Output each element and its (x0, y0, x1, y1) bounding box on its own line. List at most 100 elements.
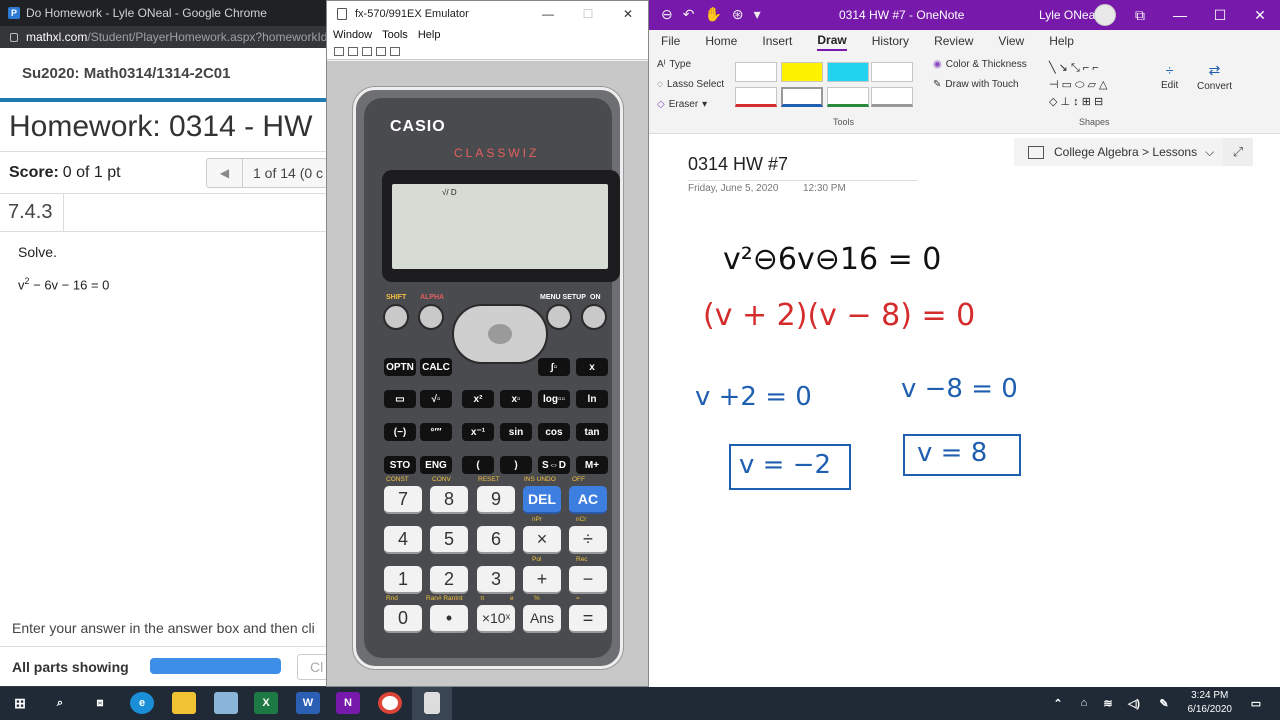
number-key[interactable]: Ans (523, 605, 561, 633)
number-key[interactable]: 2 (430, 566, 468, 594)
number-key[interactable]: ÷ (569, 526, 607, 554)
draw-with-touch-button[interactable]: ✎ Draw with Touch (933, 79, 1019, 90)
menu-window[interactable]: Window (333, 29, 372, 41)
number-key[interactable]: + (523, 566, 561, 594)
convert-button[interactable]: ⇄ Convert (1197, 62, 1232, 92)
replay-dpad[interactable] (452, 304, 548, 364)
menu-tools[interactable]: Tools (382, 29, 408, 41)
number-key[interactable]: 4 (384, 526, 422, 554)
number-key[interactable]: • (430, 605, 468, 633)
number-key[interactable]: AC (569, 486, 607, 514)
tab-home[interactable]: Home (705, 34, 737, 50)
function-key[interactable]: ENG (420, 456, 452, 474)
function-key[interactable]: x² (462, 390, 494, 408)
pen-blue-selected[interactable] (781, 87, 823, 107)
function-key[interactable]: ( (462, 456, 494, 474)
function-key[interactable]: ln (576, 390, 608, 408)
function-key[interactable]: ∫▫ (538, 358, 570, 376)
expand-icon[interactable]: ⤢ (1223, 138, 1253, 166)
number-key[interactable]: × (523, 526, 561, 554)
avatar[interactable] (1094, 4, 1116, 26)
snip-icon[interactable] (214, 692, 238, 714)
lasso-select-tool[interactable]: ◌ Lasso Select (657, 79, 724, 90)
function-key[interactable]: ) (500, 456, 532, 474)
number-key[interactable]: 0 (384, 605, 422, 633)
menu-key[interactable] (546, 304, 572, 330)
pen-gray[interactable] (871, 87, 913, 107)
number-key[interactable]: 5 (430, 526, 468, 554)
ribbon-display-icon[interactable]: ⧉ (1120, 0, 1160, 30)
back-icon[interactable]: ⊖ (661, 6, 673, 23)
shift-key[interactable] (383, 304, 409, 330)
minimize-button[interactable]: — (528, 1, 568, 26)
function-key[interactable]: sin (500, 423, 532, 441)
pen-red[interactable] (735, 87, 777, 107)
undo-icon[interactable]: ↶ (683, 6, 695, 23)
pen-green[interactable] (827, 87, 869, 107)
edit-button[interactable]: ÷ Edit (1161, 62, 1178, 91)
touch-mode-icon[interactable]: ✋ (704, 6, 721, 23)
rectangle-shape-icon[interactable]: ⊣ ▭ ⬭ ▱ △ (1049, 78, 1108, 92)
ink-icon[interactable]: ⊛ (732, 6, 744, 23)
color-thickness-button[interactable]: ◉ Color & Thickness (933, 59, 1027, 70)
diamond-shape-icon[interactable]: ◇ ⊥ ↕ ⊞ ⊟ (1049, 95, 1103, 108)
tab-draw[interactable]: Draw (817, 33, 847, 51)
paste-icon[interactable] (362, 47, 372, 56)
section-breadcrumb[interactable]: College Algebra > Lessons ⌵ (1014, 138, 1252, 166)
pen-black-thin[interactable] (735, 62, 777, 82)
customize-icon[interactable]: ▾ (754, 6, 761, 23)
wifi-icon[interactable]: ≋ (1096, 692, 1120, 714)
pen-icon[interactable]: ✎ (1152, 692, 1176, 714)
word-icon[interactable]: W (296, 692, 320, 714)
question-count[interactable]: 1 of 14 (0 c (243, 159, 330, 187)
menu-help[interactable]: Help (418, 29, 441, 41)
function-key[interactable]: ▭ (384, 390, 416, 408)
function-key[interactable]: x⁻¹ (462, 423, 494, 441)
number-key[interactable]: ×10ˣ (477, 605, 515, 633)
number-key[interactable]: = (569, 605, 607, 633)
notifications-icon[interactable]: ▭ (1244, 692, 1268, 714)
function-key[interactable]: cos (538, 423, 570, 441)
onenote-icon[interactable]: N (336, 692, 360, 714)
line-shape-icon[interactable]: ╲ ↘ ⤡ ⌐ ⌐ (1049, 61, 1099, 75)
function-key[interactable]: √▫ (420, 390, 452, 408)
system-clock[interactable]: 3:24 PM 6/16/2020 (1188, 689, 1233, 717)
keylog-icon[interactable] (390, 47, 400, 56)
function-key[interactable]: S⇔D (538, 456, 570, 474)
zoom-icon[interactable] (376, 47, 386, 56)
capture-icon[interactable] (334, 47, 344, 56)
close-button[interactable]: ✕ (1240, 0, 1280, 30)
alpha-key[interactable] (418, 304, 444, 330)
number-key[interactable]: 3 (477, 566, 515, 594)
number-key[interactable]: − (569, 566, 607, 594)
edge-icon[interactable]: e (130, 692, 154, 714)
function-key[interactable]: log▫▫ (538, 390, 570, 408)
close-button[interactable]: ✕ (608, 1, 648, 26)
number-key[interactable]: 7 (384, 486, 422, 514)
tab-help[interactable]: Help (1049, 34, 1074, 50)
type-tool[interactable]: Aᴵ Type (657, 59, 691, 70)
function-key[interactable]: M+ (576, 456, 608, 474)
volume-icon[interactable]: ◁) (1122, 692, 1146, 714)
emulator-titlebar[interactable]: fx-570/991EX Emulator — ☐ ✕ (327, 1, 648, 26)
function-key[interactable]: x▫ (500, 390, 532, 408)
onenote-titlebar[interactable]: ⊖ ↶ ✋ ⊛ ▾ 0314 HW #7 - OneNote Lyle ONea… (649, 0, 1280, 30)
previous-question-button[interactable]: ◀ (207, 159, 243, 187)
maximize-button[interactable]: ☐ (568, 1, 608, 26)
chevron-up-icon[interactable]: ⌃ (1046, 692, 1070, 714)
calculator-emulator-icon[interactable] (424, 692, 440, 714)
function-key[interactable]: (−) (384, 423, 416, 441)
tab-file[interactable]: File (661, 34, 680, 50)
minimize-button[interactable]: — (1160, 0, 1200, 30)
chrome-icon[interactable] (378, 692, 402, 714)
number-key[interactable]: 1 (384, 566, 422, 594)
number-key[interactable]: DEL (523, 486, 561, 514)
file-explorer-icon[interactable] (172, 692, 196, 714)
number-key[interactable]: 8 (430, 486, 468, 514)
function-key[interactable]: STO (384, 456, 416, 474)
task-view-icon[interactable]: ⧈ (88, 692, 112, 714)
eraser-tool[interactable]: ◇ Eraser ▾ (657, 99, 707, 110)
highlighter-yellow[interactable] (781, 62, 823, 82)
tab-insert[interactable]: Insert (762, 34, 792, 50)
maximize-button[interactable]: ☐ (1200, 0, 1240, 30)
